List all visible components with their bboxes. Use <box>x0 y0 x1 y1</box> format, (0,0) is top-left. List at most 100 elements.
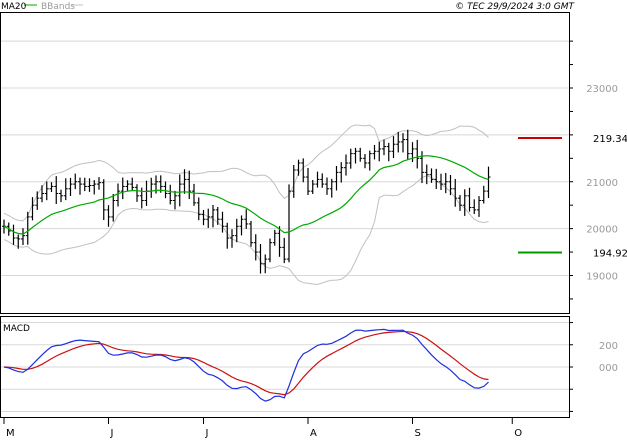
ohlc-bar <box>467 187 472 212</box>
x-tick-label: O <box>514 428 522 439</box>
ohlc-bar <box>405 129 410 160</box>
copyright-timestamp: © TEC 29/9/2024 3:0 GMT <box>455 2 575 12</box>
ohlc-bar <box>429 168 434 183</box>
ohlc-bar <box>382 139 386 156</box>
ohlc-bar <box>367 150 372 171</box>
ohlc-bar <box>462 189 467 216</box>
ohlc-bar <box>106 205 111 227</box>
ohlc-bar <box>401 133 405 153</box>
ohlc-bar <box>434 168 439 189</box>
ohlc-bar <box>187 170 192 200</box>
ohlc-bar <box>334 165 339 191</box>
ohlc-bar <box>49 182 54 192</box>
ohlc-bar <box>44 181 49 201</box>
macd-line <box>3 328 489 402</box>
ohlc-bar <box>177 174 182 207</box>
ohlc-bar <box>35 191 40 210</box>
ohlc-bar <box>263 254 268 274</box>
ohlc-bar <box>358 147 363 162</box>
ohlc-bar <box>111 193 116 222</box>
x-tick-label: J <box>205 428 209 439</box>
price-y-tick-label: 23000 <box>586 84 618 95</box>
ohlc-bar <box>78 177 82 195</box>
ohlc-bar <box>486 166 491 199</box>
ohlc-bar <box>201 210 206 226</box>
ohlc-bar <box>477 196 481 217</box>
ohlc-bar <box>59 189 63 203</box>
ohlc-bar <box>11 224 16 245</box>
ohlc-bar <box>424 164 429 185</box>
ohlc-bar <box>215 207 220 225</box>
ohlc-bar <box>272 229 277 246</box>
ohlc-bar <box>282 237 287 264</box>
ohlc-bar <box>453 178 458 207</box>
ohlc-bar <box>239 215 244 236</box>
ohlc-bar <box>244 209 249 229</box>
ohlc-bar <box>168 184 173 205</box>
ohlc-bar <box>253 234 258 261</box>
x-tick-label: A <box>310 428 317 439</box>
ohlc-bar <box>481 185 486 204</box>
macd-y-axis: 000 200 <box>569 322 618 412</box>
ohlc-bar <box>192 183 196 206</box>
macd-panel-label: MACD <box>3 324 30 334</box>
ohlc-bar <box>21 228 25 246</box>
ohlc-bar <box>415 139 420 169</box>
ohlc-bar <box>173 190 177 210</box>
ohlc-bar <box>372 144 377 160</box>
lower-band <box>3 175 489 285</box>
ohlc-bar <box>472 199 477 215</box>
ohlc-bar <box>301 158 306 183</box>
support-label: 194.92 <box>593 248 627 259</box>
x-tick-label: M <box>6 428 15 439</box>
ohlc-bar <box>234 218 239 243</box>
ohlc-bar <box>82 177 87 192</box>
ohlc-bar <box>348 148 353 169</box>
ohlc-bar <box>377 141 382 162</box>
macd-y-tick-label: 000 <box>599 363 618 374</box>
x-axis: MJJASO <box>3 417 522 439</box>
ohlc-bar <box>196 197 201 221</box>
price-y-tick-label: 19000 <box>586 272 618 283</box>
price-y-axis: 19000 20000 21000 23000 <box>569 40 618 300</box>
ohlc-bar <box>54 176 59 205</box>
macd-gridlines <box>1 322 569 412</box>
resistance-label: 219.34 <box>593 134 627 145</box>
ohlc-bar <box>206 208 211 228</box>
price-y-tick-label: 21000 <box>586 178 618 189</box>
ohlc-bar <box>320 173 325 188</box>
ohlc-bar <box>149 177 154 198</box>
ohlc-bar <box>130 177 135 191</box>
ohlc-bars <box>2 129 491 274</box>
ohlc-bar <box>120 177 125 200</box>
ohlc-bar <box>40 185 44 203</box>
x-tick-label: S <box>415 428 421 439</box>
macd-y-tick-label: 200 <box>599 341 618 352</box>
ohlc-bar <box>363 154 367 169</box>
ohlc-bar <box>325 177 329 195</box>
price-gridlines <box>1 40 569 276</box>
ohlc-bar <box>211 204 215 228</box>
ohlc-bar <box>344 154 348 176</box>
price-levels: 219.34 194.92 <box>518 134 627 259</box>
ohlc-bar <box>339 162 344 183</box>
ohlc-bar <box>268 238 272 263</box>
ohlc-bar <box>249 220 253 247</box>
ohlc-bar <box>68 177 73 196</box>
ma20-legend-label: MA20 <box>1 2 27 12</box>
ohlc-bar <box>230 229 234 248</box>
ohlc-bar <box>443 172 448 194</box>
ohlc-bar <box>296 159 301 176</box>
ohlc-bar <box>97 177 101 190</box>
price-y-tick-label: 20000 <box>586 225 618 236</box>
x-tick-label: J <box>110 428 114 439</box>
bbands-legend-label: BBands <box>41 2 75 12</box>
ohlc-bar <box>448 174 453 196</box>
ohlc-bar <box>87 178 92 192</box>
ohlc-bar <box>353 147 358 164</box>
ohlc-bar <box>391 136 396 159</box>
ohlc-bar <box>144 180 149 206</box>
ohlc-bar <box>386 142 391 162</box>
ohlc-bar <box>163 181 168 199</box>
ohlc-bar <box>135 184 139 202</box>
